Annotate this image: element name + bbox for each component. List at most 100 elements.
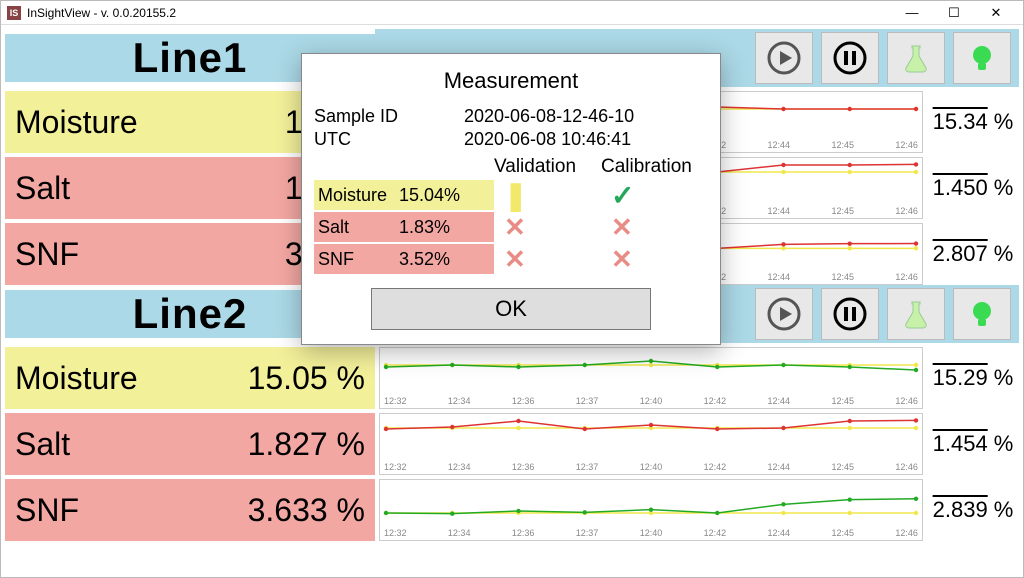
- modal-title: Measurement: [314, 68, 708, 94]
- chart-tick: 12:46: [895, 396, 918, 406]
- chart-tick: 12:46: [895, 206, 918, 216]
- metric-name: Moisture: [15, 360, 138, 397]
- metric-stat: 1.454 %: [927, 413, 1019, 475]
- chart-tick: 12:36: [512, 528, 535, 538]
- pause-icon: [832, 296, 868, 332]
- metric-stat: 2.839 %: [927, 479, 1019, 541]
- chart-tick: 12:36: [512, 462, 535, 472]
- chart-tick: 12:32: [384, 462, 407, 472]
- pause-button[interactable]: [821, 288, 879, 340]
- metric-name: Salt: [15, 426, 70, 463]
- chart-tick: 12:32: [384, 528, 407, 538]
- flask-icon: [898, 40, 934, 76]
- chart-tick: 12:32: [384, 396, 407, 406]
- metric-label: SNF 3.633 %: [5, 479, 375, 541]
- chart-tick: 12:46: [895, 140, 918, 150]
- chart-tick: 12:37: [576, 528, 599, 538]
- chart-tick: 12:34: [448, 528, 471, 538]
- chart-tick: 12:46: [895, 462, 918, 472]
- ok-button[interactable]: OK: [371, 288, 651, 330]
- metric-row: SNF 3.633 % 12:3212:3412:3612:3712:4012:…: [5, 479, 1019, 541]
- minimize-button[interactable]: —: [891, 1, 933, 25]
- metric-row: Moisture 15.05 % 12:3212:3412:3612:3712:…: [5, 347, 1019, 409]
- chart-tick: 12:40: [640, 528, 663, 538]
- x-icon: ✕: [611, 212, 633, 243]
- metric-chart: 12:32 12:34 12:36 12:37 12:40 12:42 12:44 12:45…: [379, 413, 923, 475]
- modal-metric-value: 15.04%: [399, 185, 494, 206]
- play-icon: [766, 40, 802, 76]
- metric-value: 3.633 %: [79, 492, 365, 529]
- chart-tick: 12:45: [831, 396, 854, 406]
- chart-tick: 12:40: [640, 396, 663, 406]
- flask-icon: [898, 296, 934, 332]
- bulb-button[interactable]: [953, 32, 1011, 84]
- chart-tick: 12:46: [895, 272, 918, 282]
- modal-metric-row: Moisture 15.04% ❚ ✓: [314, 180, 708, 210]
- chart-tick: 12:44: [768, 272, 791, 282]
- chart-tick: 12:44: [768, 528, 791, 538]
- chart-tick: 12:44: [768, 140, 791, 150]
- app-body: Line1 Moisture 15.04 12:3212:3412:3612:3…: [1, 25, 1023, 577]
- chart-tick: 12:36: [512, 396, 535, 406]
- metric-stat: 1.450 %: [927, 157, 1019, 219]
- chart-tick: 12:42: [704, 462, 727, 472]
- flask-button: [887, 32, 945, 84]
- chart-tick: 12:34: [448, 396, 471, 406]
- chart-tick: 12:44: [768, 206, 791, 216]
- pause-icon: [832, 40, 868, 76]
- flask-button: [887, 288, 945, 340]
- chart-tick: 12:45: [831, 462, 854, 472]
- bulb-icon: [964, 296, 1000, 332]
- app-logo: IS: [7, 6, 21, 20]
- metric-name: Salt: [15, 170, 70, 207]
- metric-value: 15.05 %: [138, 360, 365, 397]
- metric-stat: 15.29 %: [927, 347, 1019, 409]
- modal-metric-name: Moisture: [314, 185, 399, 206]
- chart-tick: 12:42: [704, 396, 727, 406]
- chart-tick: 12:45: [831, 272, 854, 282]
- app-window: IS InSightView - v. 0.0.20155.2 — ☐ ✕ Li…: [0, 0, 1024, 578]
- chart-tick: 12:37: [576, 462, 599, 472]
- modal-metric-value: 1.83%: [399, 217, 494, 238]
- chart-tick: 12:40: [640, 462, 663, 472]
- x-icon: ✕: [611, 244, 633, 275]
- metric-label: Moisture 15.05 %: [5, 347, 375, 409]
- utc-label: UTC: [314, 129, 464, 150]
- play-button: [755, 32, 813, 84]
- pause-button[interactable]: [821, 32, 879, 84]
- chart-tick: 12:34: [448, 462, 471, 472]
- check-icon: ✓: [611, 179, 634, 212]
- metric-name: SNF: [15, 492, 79, 529]
- metric-stat: 15.34 %: [927, 91, 1019, 153]
- modal-metric-name: SNF: [314, 249, 399, 270]
- utc-value: 2020-06-08 10:46:41: [464, 129, 631, 150]
- warn-icon: ❚: [504, 179, 527, 212]
- modal-metric-row: SNF 3.52% ✕ ✕: [314, 244, 708, 274]
- bulb-button[interactable]: [953, 288, 1011, 340]
- modal-metric-name: Salt: [314, 217, 399, 238]
- chart-tick: 12:44: [768, 462, 791, 472]
- metric-name: Moisture: [15, 104, 138, 141]
- window-title: InSightView - v. 0.0.20155.2: [27, 6, 176, 20]
- maximize-button[interactable]: ☐: [933, 1, 975, 25]
- titlebar: IS InSightView - v. 0.0.20155.2 — ☐ ✕: [1, 1, 1023, 25]
- metric-chart: 12:32 12:34 12:36 12:37 12:40 12:42 12:44 12:45…: [379, 479, 923, 541]
- col-calibration: Calibration: [601, 156, 708, 178]
- modal-metric-value: 3.52%: [399, 249, 494, 270]
- chart-tick: 12:46: [895, 528, 918, 538]
- modal-metric-row: Salt 1.83% ✕ ✕: [314, 212, 708, 242]
- col-validation: Validation: [494, 156, 601, 178]
- metric-row: Salt 1.827 % 12:3212:3412:3612:3712:4012…: [5, 413, 1019, 475]
- chart-tick: 12:44: [768, 396, 791, 406]
- bulb-icon: [964, 40, 1000, 76]
- metric-label: Salt 1.827 %: [5, 413, 375, 475]
- play-icon: [766, 296, 802, 332]
- chart-tick: 12:42: [704, 528, 727, 538]
- chart-tick: 12:45: [831, 528, 854, 538]
- metric-chart: 12:32 12:34 12:36 12:37 12:40 12:42 12:44 12:45…: [379, 347, 923, 409]
- chart-tick: 12:37: [576, 396, 599, 406]
- close-button[interactable]: ✕: [975, 1, 1017, 25]
- play-button: [755, 288, 813, 340]
- metric-value: 1.827 %: [70, 426, 365, 463]
- chart-tick: 12:45: [831, 206, 854, 216]
